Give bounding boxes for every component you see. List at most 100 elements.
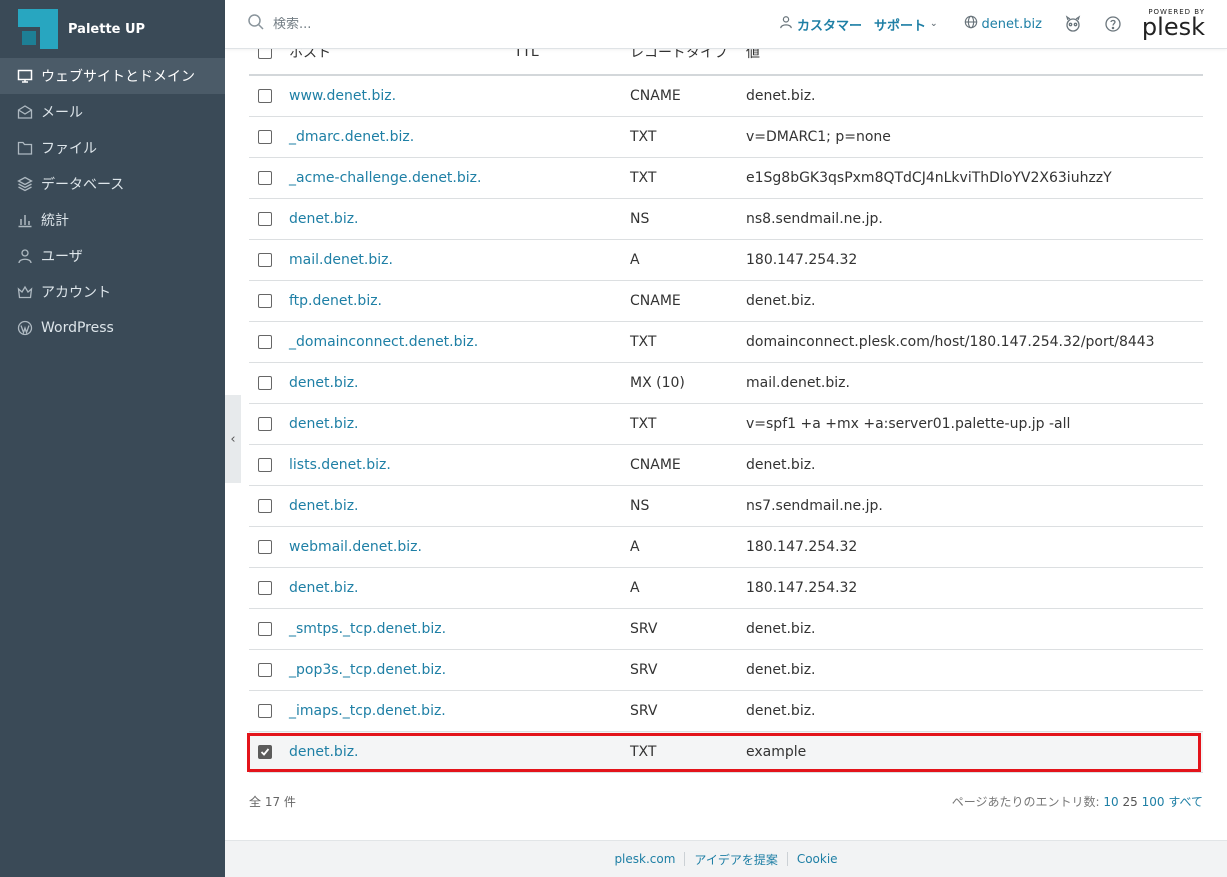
- row-checkbox[interactable]: [258, 622, 272, 636]
- record-host-link[interactable]: www.denet.biz.: [289, 88, 396, 104]
- row-checkbox[interactable]: [258, 253, 272, 267]
- per-page-25[interactable]: 25: [1122, 795, 1137, 809]
- extensions-icon[interactable]: [1064, 15, 1082, 33]
- table-row: _pop3s._tcp.denet.biz. SRV denet.biz.: [249, 650, 1203, 691]
- footer-link-cookie[interactable]: Cookie: [788, 852, 847, 866]
- help-icon[interactable]: [1104, 15, 1122, 33]
- sidebar-item-mail[interactable]: メール: [0, 94, 225, 130]
- record-value: denet.biz.: [746, 662, 816, 678]
- customer-label: カスタマー: [796, 18, 862, 34]
- record-host-link[interactable]: denet.biz.: [289, 416, 359, 432]
- row-checkbox[interactable]: [258, 745, 272, 759]
- search-icon: [247, 13, 265, 35]
- record-host-link[interactable]: ftp.denet.biz.: [289, 293, 382, 309]
- record-type: SRV: [630, 703, 658, 719]
- sidebar-item-wordpress[interactable]: WordPress: [0, 310, 225, 346]
- record-value: denet.biz.: [746, 703, 816, 719]
- row-checkbox[interactable]: [258, 499, 272, 513]
- palette-up-logo-icon: [18, 9, 58, 49]
- record-value: denet.biz.: [746, 88, 816, 104]
- record-host-link[interactable]: _imaps._tcp.denet.biz.: [289, 703, 446, 719]
- row-checkbox[interactable]: [258, 212, 272, 226]
- record-type: A: [630, 580, 640, 596]
- record-host-link[interactable]: denet.biz.: [289, 498, 359, 514]
- row-checkbox[interactable]: [258, 171, 272, 185]
- per-page-10[interactable]: 10: [1103, 795, 1118, 809]
- record-host-link[interactable]: denet.biz.: [289, 580, 359, 596]
- table-row: denet.biz. MX (10) mail.denet.biz.: [249, 363, 1203, 404]
- footer-link-plesk[interactable]: plesk.com: [605, 852, 684, 866]
- row-checkbox[interactable]: [258, 130, 272, 144]
- support-menu[interactable]: サポート ⌄: [874, 15, 938, 34]
- search-input[interactable]: [273, 16, 573, 32]
- domain-link[interactable]: denet.biz: [964, 15, 1042, 33]
- table-row: lists.denet.biz. CNAME denet.biz.: [249, 445, 1203, 486]
- row-checkbox[interactable]: [258, 376, 272, 390]
- plesk-logo[interactable]: POWERED BY plesk: [1141, 9, 1205, 41]
- record-host-link[interactable]: denet.biz.: [289, 211, 359, 227]
- record-host-link[interactable]: denet.biz.: [289, 375, 359, 391]
- brand-logo[interactable]: Palette UP: [0, 0, 225, 58]
- record-host-link[interactable]: _smtps._tcp.denet.biz.: [289, 621, 446, 637]
- record-type: TXT: [630, 416, 657, 432]
- row-checkbox[interactable]: [258, 89, 272, 103]
- table-row: _domainconnect.denet.biz. TXT domainconnec…: [249, 322, 1203, 363]
- dns-records-table: ホスト TTL レコードタイプ 値 www.denet.biz. CNAME den…: [249, 30, 1203, 773]
- row-checkbox[interactable]: [258, 704, 272, 718]
- record-type: NS: [630, 498, 650, 514]
- record-value: v=spf1 +a +mx +a:server01.palette-up.jp …: [746, 416, 1071, 432]
- plesk-wordmark: plesk: [1141, 13, 1205, 41]
- row-checkbox[interactable]: [258, 663, 272, 677]
- user-icon: [17, 248, 33, 264]
- table-row: denet.biz. NS ns8.sendmail.ne.jp.: [249, 199, 1203, 240]
- row-checkbox[interactable]: [258, 581, 272, 595]
- sidebar-item-label: ユーザ: [41, 249, 83, 265]
- sidebar-item-files[interactable]: ファイル: [0, 130, 225, 166]
- table-row: _smtps._tcp.denet.biz. SRV denet.biz.: [249, 609, 1203, 650]
- row-checkbox[interactable]: [258, 540, 272, 554]
- checkmark-icon: [260, 748, 270, 756]
- footer-link-ideas[interactable]: アイデアを提案: [685, 851, 786, 868]
- row-checkbox[interactable]: [258, 294, 272, 308]
- row-checkbox[interactable]: [258, 417, 272, 431]
- monitor-icon: [17, 68, 33, 84]
- sidebar-item-statistics[interactable]: 統計: [0, 202, 225, 238]
- record-value: 180.147.254.32: [746, 539, 858, 555]
- record-host-link[interactable]: lists.denet.biz.: [289, 457, 391, 473]
- customer-menu[interactable]: カスタマー: [779, 15, 862, 34]
- sidebar-item-users[interactable]: ユーザ: [0, 238, 225, 274]
- sidebar-item-label: データベース: [41, 177, 125, 193]
- brand-name: Palette UP: [68, 21, 146, 37]
- record-value: denet.biz.: [746, 457, 816, 473]
- record-value: denet.biz.: [746, 621, 816, 637]
- record-host-link[interactable]: _domainconnect.denet.biz.: [289, 334, 478, 350]
- record-host-link[interactable]: _pop3s._tcp.denet.biz.: [289, 662, 446, 678]
- sidebar-item-databases[interactable]: データベース: [0, 166, 225, 202]
- table-row: webmail.denet.biz. A 180.147.254.32: [249, 527, 1203, 568]
- sidebar-item-account[interactable]: アカウント: [0, 274, 225, 310]
- support-label: サポート: [873, 18, 926, 34]
- row-checkbox[interactable]: [258, 458, 272, 472]
- record-value: e1Sg8bGK3qsPxm8QTdCJ4nLkviThDloYV2X63iuh…: [746, 170, 1112, 186]
- record-host-link[interactable]: mail.denet.biz.: [289, 252, 393, 268]
- record-value: mail.denet.biz.: [746, 375, 850, 391]
- sidebar: Palette UP ウェブサイトとドメイン メール ファイル データベース 統…: [0, 0, 225, 877]
- record-host-link[interactable]: denet.biz.: [289, 744, 359, 760]
- record-value: ns7.sendmail.ne.jp.: [746, 498, 883, 514]
- per-page-all[interactable]: すべて: [1168, 795, 1203, 809]
- table-row: www.denet.biz. CNAME denet.biz.: [249, 76, 1203, 117]
- sidebar-item-websites-domains[interactable]: ウェブサイトとドメイン: [0, 58, 225, 94]
- record-host-link[interactable]: _acme-challenge.denet.biz.: [289, 170, 481, 186]
- row-checkbox[interactable]: [258, 335, 272, 349]
- user-icon: [779, 15, 797, 33]
- per-page-100[interactable]: 100: [1142, 795, 1165, 809]
- record-value: v=DMARC1; p=none: [746, 129, 891, 145]
- record-host-link[interactable]: webmail.denet.biz.: [289, 539, 422, 555]
- sidebar-collapse-toggle[interactable]: ‹: [225, 395, 241, 483]
- per-page-label: ページあたりのエントリ数:: [951, 795, 1100, 809]
- table-row: _acme-challenge.denet.biz. TXT e1Sg8bGK3qs…: [249, 158, 1203, 199]
- record-host-link[interactable]: _dmarc.denet.biz.: [289, 129, 414, 145]
- table-row: denet.biz. A 180.147.254.32: [249, 568, 1203, 609]
- record-type: TXT: [630, 170, 657, 186]
- table-row: denet.biz. TXT example: [249, 732, 1203, 773]
